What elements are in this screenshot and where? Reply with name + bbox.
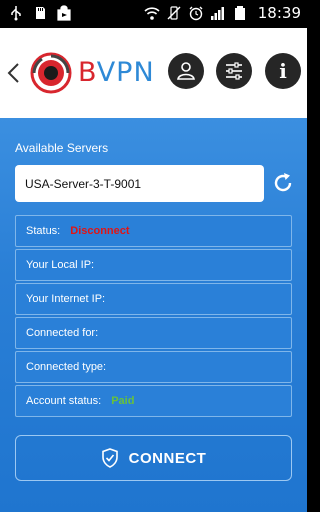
internet-ip-row: Your Internet IP: <box>15 283 292 315</box>
account-button[interactable] <box>168 53 204 89</box>
settings-sliders-icon <box>226 62 242 80</box>
bvpn-logo-icon <box>30 52 72 94</box>
battery-icon <box>234 6 245 20</box>
connection-info-panel: Status: Disconnect Your Local IP: Your In… <box>15 215 292 419</box>
brand-letters-vpn: VPN <box>96 57 155 88</box>
local-ip-row: Your Local IP: <box>15 249 292 281</box>
account-status-value: Paid <box>111 395 135 407</box>
status-bar-left <box>8 5 72 21</box>
sd-card-icon <box>36 7 45 19</box>
internet-ip-label: Your Internet IP: <box>26 293 106 305</box>
local-ip-label: Your Local IP: <box>26 259 95 271</box>
available-servers-label: Available Servers <box>15 141 109 155</box>
connected-for-row: Connected for: <box>15 317 292 349</box>
main-panel: Available Servers USA-Server-3-T-9001 St… <box>0 118 307 512</box>
clock-time: 18:39 <box>257 4 301 22</box>
mute-icon <box>167 6 181 20</box>
status-label: Status: <box>26 225 61 237</box>
wifi-icon <box>144 7 160 20</box>
back-chevron-icon[interactable] <box>5 58 21 88</box>
account-status-row: Account status: Paid <box>15 385 292 417</box>
server-select[interactable]: USA-Server-3-T-9001 <box>15 165 264 202</box>
status-bar-right: 18:39 <box>144 4 301 22</box>
refresh-icon[interactable] <box>271 171 295 195</box>
info-button[interactable]: i <box>265 53 301 89</box>
connected-type-row: Connected type: <box>15 351 292 383</box>
alarm-icon <box>189 6 203 21</box>
info-icon: i <box>279 59 287 83</box>
shield-check-icon <box>101 448 118 468</box>
app-header: BVPN i <box>0 28 307 118</box>
usb-icon <box>11 6 21 21</box>
brand-name: BVPN <box>78 57 155 88</box>
account-status-label: Account status: <box>26 395 102 407</box>
brand-letter-b: B <box>78 57 97 88</box>
status-row: Status: Disconnect <box>15 215 292 247</box>
user-icon <box>177 62 195 80</box>
connected-type-label: Connected type: <box>26 361 107 373</box>
status-bar: 18:39 <box>0 0 307 28</box>
signal-icon <box>210 7 224 20</box>
settings-button[interactable] <box>216 53 252 89</box>
play-store-icon <box>57 5 71 21</box>
connected-for-label: Connected for: <box>26 327 99 339</box>
status-value: Disconnect <box>70 225 130 237</box>
connect-label: CONNECT <box>128 449 207 467</box>
connect-button[interactable]: CONNECT <box>15 435 292 481</box>
